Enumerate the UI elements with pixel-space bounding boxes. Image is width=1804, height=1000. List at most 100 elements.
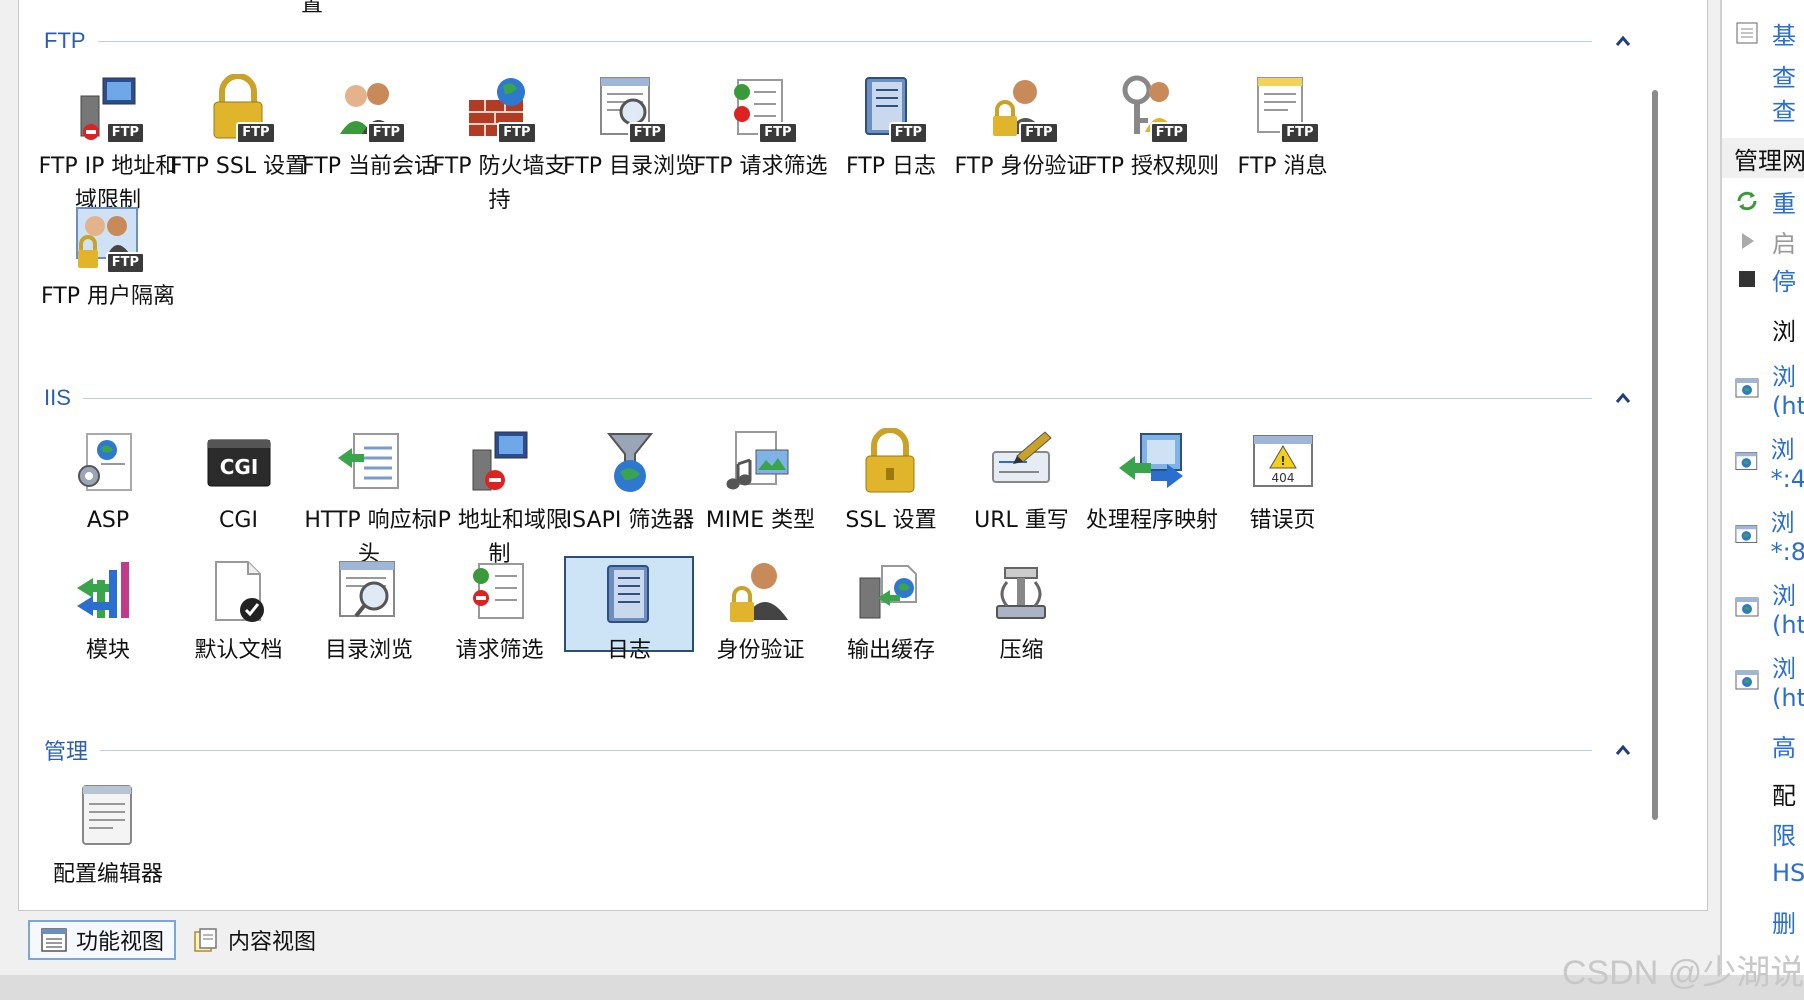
- section-title: FTP: [44, 28, 86, 53]
- feature-label: SSL 设置: [845, 508, 937, 533]
- feature-tile[interactable]: 配置编辑器: [34, 778, 182, 928]
- feature-tile[interactable]: FTP FTP 防火墙支持: [426, 70, 574, 220]
- feature-tile[interactable]: 目录浏览: [295, 554, 443, 704]
- feature-tile[interactable]: FTP FTP 目录浏览: [556, 70, 704, 220]
- feature-tile[interactable]: ! 404 错误页: [1209, 424, 1357, 574]
- ftp-badge-icon: FTP: [366, 122, 406, 144]
- feature-tile[interactable]: CGI CGI: [165, 424, 313, 574]
- browse-website-link[interactable]: 浏 (ht: [1722, 575, 1804, 639]
- collapse-button[interactable]: [1612, 387, 1634, 409]
- feature-tile[interactable]: 处理程序映射: [1078, 424, 1226, 574]
- ftp-badge-icon: FTP: [1149, 122, 1189, 144]
- section-header-iis: IIS: [44, 383, 1634, 413]
- manage-website-header: 管理网: [1722, 138, 1804, 178]
- action-label: 高: [1772, 733, 1796, 762]
- ftp-authorization-icon: FTP: [1117, 74, 1189, 144]
- feature-label: 配置编辑器: [52, 862, 163, 887]
- feature-label: MIME 类型: [705, 508, 816, 533]
- browse-site-icon: [1735, 597, 1759, 617]
- feature-label: ISAPI 筛选器: [565, 508, 695, 533]
- chevron-up-icon: [1615, 392, 1631, 403]
- feature-label: FTP 防火墙支持: [432, 154, 567, 213]
- action-label: HS: [1772, 859, 1804, 887]
- browse-website-link[interactable]: 浏 *:4: [1722, 429, 1804, 493]
- browse-binding: (ht: [1772, 610, 1804, 639]
- http-headers-icon: [334, 428, 404, 498]
- ftp-authentication-icon: FTP: [987, 74, 1059, 144]
- header-label: 配: [1772, 781, 1796, 810]
- feature-tile[interactable]: FTP FTP 授权规则: [1078, 70, 1226, 220]
- action-delete[interactable]: 删: [1722, 904, 1804, 938]
- configure-header: 配: [1722, 776, 1804, 810]
- action-view-1[interactable]: 查: [1722, 58, 1804, 92]
- tab-content-view[interactable]: 内容视图: [182, 920, 326, 960]
- feature-tile[interactable]: FTP FTP 用户隔离: [34, 200, 182, 350]
- ftp-badge-icon: FTP: [105, 252, 145, 274]
- feature-tile[interactable]: FTP FTP 身份验证: [948, 70, 1096, 220]
- feature-tile[interactable]: FTP FTP IP 地址和域限制: [34, 70, 182, 220]
- blank-icon: [1734, 861, 1760, 885]
- feature-tile[interactable]: ISAPI 筛选器: [556, 424, 704, 574]
- feature-tile[interactable]: 模块: [34, 554, 182, 704]
- feature-tile[interactable]: FTP FTP SSL 设置: [165, 70, 313, 220]
- blank-icon: [1734, 909, 1760, 933]
- blank-icon: [1734, 97, 1760, 121]
- feature-tile[interactable]: 请求筛选: [426, 554, 574, 704]
- svg-text:!: !: [1280, 454, 1285, 468]
- browse-website-link[interactable]: 浏 (ht: [1722, 648, 1804, 712]
- chevron-up-icon: [1615, 35, 1631, 46]
- feature-tile[interactable]: FTP FTP 请求筛选: [687, 70, 835, 220]
- collapse-button[interactable]: [1612, 30, 1634, 52]
- feature-tile[interactable]: 压缩: [948, 554, 1096, 704]
- feature-tile[interactable]: HTTP 响应标头: [295, 424, 443, 574]
- directory-browsing-icon: [334, 558, 404, 628]
- action-basic-settings[interactable]: 基: [1722, 16, 1804, 50]
- action-limits[interactable]: 限: [1722, 816, 1804, 850]
- tab-label: 功能视图: [76, 930, 165, 955]
- action-view-2[interactable]: 查: [1722, 92, 1804, 126]
- browse-site-icon: [1735, 451, 1758, 471]
- feature-tile[interactable]: 日志: [564, 556, 694, 663]
- feature-tile[interactable]: FTP FTP 日志: [817, 70, 965, 220]
- url-rewrite-icon: [987, 428, 1057, 498]
- header-label: 浏: [1772, 317, 1796, 346]
- chevron-up-icon: [1615, 744, 1631, 755]
- feature-tile[interactable]: URL 重写: [948, 424, 1096, 574]
- browse-website-link[interactable]: 浏 *:8: [1722, 502, 1804, 566]
- feature-label: FTP 日志: [846, 154, 936, 179]
- action-restart[interactable]: 重: [1722, 184, 1804, 218]
- vertical-scrollbar[interactable]: [1652, 90, 1658, 820]
- feature-tile[interactable]: 输出缓存: [817, 554, 965, 704]
- cgi-icon: CGI: [204, 428, 274, 498]
- ftp-firewall-icon: FTP: [465, 74, 537, 144]
- feature-tile[interactable]: SSL 设置: [817, 424, 965, 574]
- browse-binding: (ht: [1772, 683, 1804, 712]
- ftp-badge-icon: FTP: [497, 122, 537, 144]
- feature-label: ASP: [86, 508, 130, 533]
- action-advanced-settings[interactable]: 高: [1722, 728, 1804, 762]
- tab-features-view[interactable]: 功能视图: [28, 920, 177, 960]
- feature-tile[interactable]: FTP FTP 消息: [1209, 70, 1357, 220]
- section-header-ftp: FTP: [44, 26, 1634, 56]
- feature-label: CGI: [219, 508, 258, 533]
- feature-label: FTP SSL 设置: [169, 154, 308, 179]
- action-start[interactable]: 启: [1722, 224, 1804, 258]
- feature-label: URL 重写: [974, 508, 1069, 533]
- browse-website-link[interactable]: 浏 (ht: [1722, 356, 1804, 420]
- feature-tile[interactable]: IP 地址和域限制: [426, 424, 574, 574]
- compression-icon: [987, 558, 1057, 628]
- feature-tile[interactable]: 默认文档: [165, 554, 313, 704]
- feature-tile[interactable]: 身份验证: [687, 554, 835, 704]
- handler-mappings-icon: [1117, 428, 1187, 498]
- action-hsts[interactable]: HS: [1722, 856, 1804, 890]
- main-frame: 置 FTP IIS 管理 FTP FTP IP 地址和域限制 FTP FTP SSL …: [0, 0, 1712, 918]
- feature-tile[interactable]: FTP FTP 当前会话: [295, 70, 443, 220]
- feature-label: 请求筛选: [455, 638, 544, 663]
- action-stop[interactable]: 停: [1722, 262, 1804, 296]
- feature-label: 日志: [606, 638, 651, 663]
- feature-tile[interactable]: ASP: [34, 424, 182, 574]
- collapse-button[interactable]: [1612, 739, 1634, 761]
- feature-label: FTP 当前会话: [302, 154, 436, 179]
- feature-tile[interactable]: MIME 类型: [687, 424, 835, 574]
- blank-icon: [1734, 733, 1760, 757]
